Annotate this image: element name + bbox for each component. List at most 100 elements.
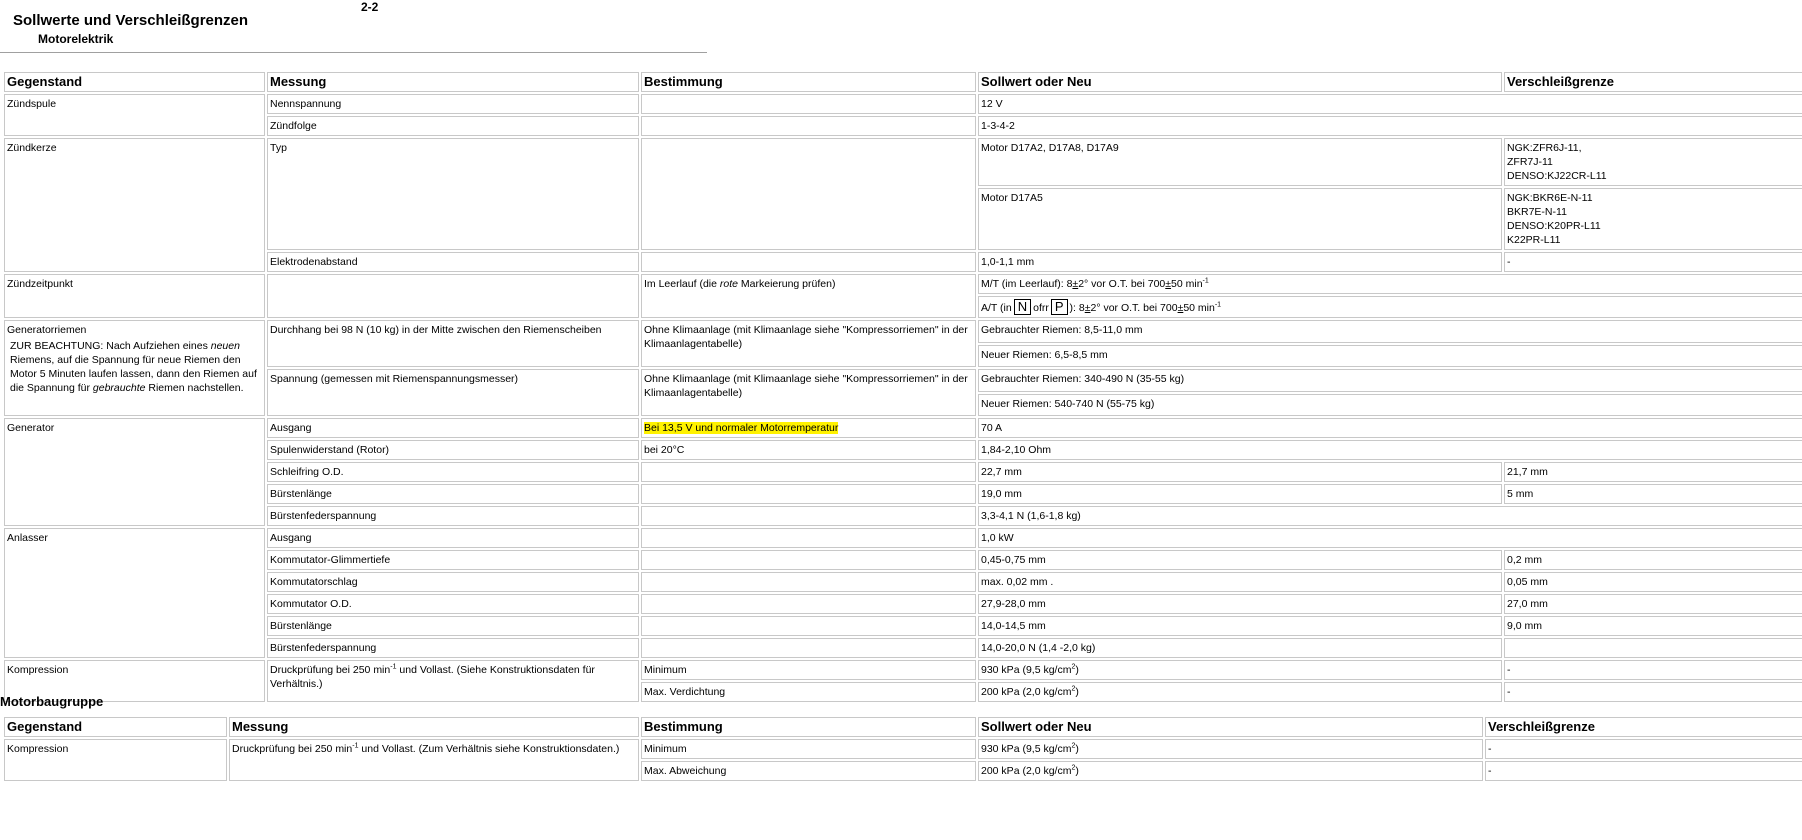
table-row: Schleifring O.D. 22,7 mm 21,7 mm (4, 462, 1802, 482)
value-cell: 1,0 kW (978, 528, 1802, 548)
value-cell: 27,9-28,0 mm (978, 594, 1502, 614)
value-cell: Neuer Riemen: 6,5-8,5 mm (978, 345, 1802, 367)
item-zuendspule: Zündspule (4, 94, 265, 136)
spec-cell (641, 252, 976, 272)
limit-cell: - (1504, 252, 1802, 272)
value-cell: 12 V (978, 94, 1802, 114)
gear-n-label: N (1013, 299, 1032, 315)
spec-cell (641, 116, 976, 136)
spec-cell (641, 550, 976, 570)
measure-cell: Schleifring O.D. (267, 462, 639, 482)
measure-cell: Bürstenlänge (267, 484, 639, 504)
note-text: ZUR BEACHTUNG: Nach Aufziehen eines neue… (10, 340, 257, 394)
table-row: Bürstenlänge 19,0 mm 5 mm (4, 484, 1802, 504)
limit-cell: 5 mm (1504, 484, 1802, 504)
value-cell: 0,45-0,75 mm (978, 550, 1502, 570)
spec-cell: Max. Abweichung (641, 761, 976, 781)
item-kompression: Kompression (4, 739, 227, 781)
col-header-gegenstand: Gegenstand (4, 72, 265, 92)
value-cell: Gebrauchter Riemen: 8,5-11,0 mm (978, 320, 1802, 343)
spec-cell (641, 572, 976, 592)
value-cell: Motor D17A5 (978, 188, 1502, 250)
limit-cell: - (1504, 660, 1802, 680)
page-subtitle: Motorelektrik (38, 32, 114, 46)
header-divider (0, 52, 707, 53)
item-anlasser: Anlasser (4, 528, 265, 658)
limit-cell: NGK:BKR6E-N-11 BKR7E-N-11 DENSO:K20PR-L1… (1504, 188, 1802, 250)
value-cell: 22,7 mm (978, 462, 1502, 482)
measure-cell: Bürstenfederspannung (267, 638, 639, 658)
spec-table-motorelektrik: Gegenstand Messung Bestimmung Sollwert o… (2, 70, 1802, 704)
measure-cell: Spulenwiderstand (Rotor) (267, 440, 639, 460)
table-row: Bürstenfederspannung 3,3-4,1 N (1,6-1,8 … (4, 506, 1802, 526)
col-header-messung: Messung (267, 72, 639, 92)
value-cell: 930 kPa (9,5 kg/cm2) (978, 739, 1483, 759)
limit-cell: 9,0 mm (1504, 616, 1802, 636)
limit-cell: 21,7 mm (1504, 462, 1802, 482)
limit-cell: 0,2 mm (1504, 550, 1802, 570)
table-row: Kommutator-Glimmertiefe 0,45-0,75 mm 0,2… (4, 550, 1802, 570)
measure-cell: Bürstenfederspannung (267, 506, 639, 526)
measure-cell: Durchhang bei 98 N (10 kg) in der Mitte … (267, 320, 639, 367)
table-row: Kompression Druckprüfung bei 250 min-1 u… (4, 739, 1802, 781)
measure-cell: Typ (267, 138, 639, 250)
table-row: Elektrodenabstand 1,0-1,1 mm - (4, 252, 1802, 272)
limit-line: NGK:ZFR6J-11, (1507, 142, 1582, 154)
item-generator: Generator (4, 418, 265, 526)
spec-cell: Max. Verdichtung (641, 682, 976, 702)
table-row: Zündspule Nennspannung 12 V (4, 94, 1802, 136)
value-cell: 70 A (978, 418, 1802, 438)
value-cell: 14,0-20,0 N (1,4 -2,0 kg) (978, 638, 1502, 658)
spec-cell (641, 528, 976, 548)
spec-cell (641, 94, 976, 114)
spec-cell: Minimum (641, 739, 976, 759)
value-cell: 1,0-1,1 mm (978, 252, 1502, 272)
value-cell: 19,0 mm (978, 484, 1502, 504)
value-cell-at: A/T (in Nofrr P): 8±2° vor O.T. bei 700±50… (978, 296, 1802, 318)
measure-cell: Kommutator O.D. (267, 594, 639, 614)
value-cell: Neuer Riemen: 540-740 N (55-75 kg) (978, 394, 1802, 416)
col-header-gegenstand: Gegenstand (4, 717, 227, 737)
limit-cell: - (1504, 682, 1802, 702)
limit-line: K22PR-L11 (1507, 234, 1561, 246)
limit-line: ZFR7J-11 (1507, 156, 1553, 168)
spec-cell (641, 484, 976, 504)
table-row: Kompression Druckprüfung bei 250 min-1 u… (4, 660, 1802, 702)
value-cell: 930 kPa (9,5 kg/cm2) (978, 660, 1502, 680)
spec-cell (641, 594, 976, 614)
measure-cell: Ausgang (267, 418, 639, 438)
measure-cell: Spannung (gemessen mit Riemenspannungsme… (267, 369, 639, 416)
col-header-verschleissgrenze: Verschleißgrenze (1504, 72, 1802, 92)
col-header-verschleissgrenze: Verschleißgrenze (1485, 717, 1802, 737)
measure-cell (267, 274, 639, 318)
col-header-sollwert: Sollwert oder Neu (978, 72, 1502, 92)
measure-cell: Kommutator-Glimmertiefe (267, 550, 639, 570)
limit-line: NGK:BKR6E-N-11 (1507, 192, 1593, 204)
measure-cell: Kommutatorschlag (267, 572, 639, 592)
item-zuendkerze: Zündkerze (4, 138, 265, 272)
spec-cell (641, 462, 976, 482)
item-zuendzeitpunkt: Zündzeitpunkt (4, 274, 265, 318)
spec-cell (641, 506, 976, 526)
table-row: Spannung (gemessen mit Riemenspannungsme… (4, 369, 1802, 416)
page-number: 2-2 (361, 0, 379, 14)
measure-cell: Ausgang (267, 528, 639, 548)
spec-cell: bei 20°C (641, 440, 976, 460)
table-header-row: Gegenstand Messung Bestimmung Sollwert o… (4, 717, 1802, 737)
measure-cell: Bürstenlänge (267, 616, 639, 636)
limit-cell: NGK:ZFR6J-11, ZFR7J-11 DENSO:KJ22CR-L11 (1504, 138, 1802, 186)
table-row: Kommutator O.D. 27,9-28,0 mm 27,0 mm (4, 594, 1802, 614)
limit-line: BKR7E-N-11 (1507, 206, 1567, 218)
table-row: Bürstenfederspannung 14,0-20,0 N (1,4 -2… (4, 638, 1802, 658)
spec-cell: Minimum (641, 660, 976, 680)
measure-cell: Elektrodenabstand (267, 252, 639, 272)
value-cell: 200 kPa (2,0 kg/cm2) (978, 761, 1483, 781)
table-row: Generatorriemen ZUR BEACHTUNG: Nach Aufz… (4, 320, 1802, 416)
col-header-bestimmung: Bestimmung (641, 72, 976, 92)
table-row: Zündzeitpunkt Im Leerlauf (die rote Mark… (4, 274, 1802, 318)
limit-cell: 0,05 mm (1504, 572, 1802, 592)
value-cell: max. 0,02 mm . (978, 572, 1502, 592)
measure-cell: Druckprüfung bei 250 min-1 und Vollast. … (229, 739, 639, 781)
value-cell: 1,84-2,10 Ohm (978, 440, 1802, 460)
value-cell: 200 kPa (2,0 kg/cm2) (978, 682, 1502, 702)
